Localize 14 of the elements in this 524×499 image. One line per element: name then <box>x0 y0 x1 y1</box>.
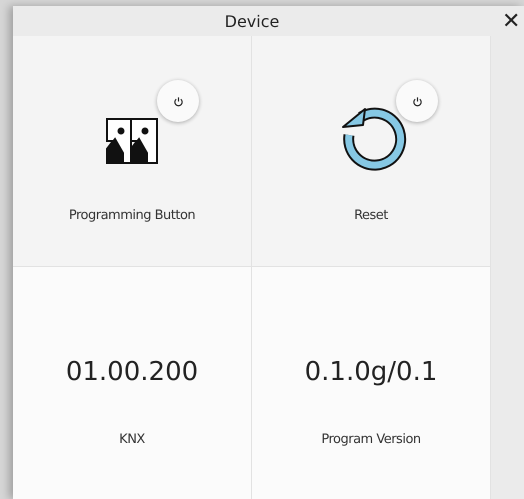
close-button[interactable]: ✕ <box>498 8 524 34</box>
tile-value: 01.00.200 <box>66 357 198 387</box>
programming-device-icon <box>104 115 160 167</box>
power-button[interactable] <box>396 80 438 122</box>
tile-label: Reset <box>354 208 388 223</box>
tile-value: 0.1.0g/0.1 <box>304 357 438 387</box>
power-icon <box>412 96 422 106</box>
tile-label: KNX <box>119 432 145 447</box>
tile-label: Program Version <box>321 432 421 447</box>
action-tile[interactable]: Reset <box>252 36 491 266</box>
action-tile[interactable]: Programming Button <box>13 36 252 266</box>
tile-label: Programming Button <box>68 208 196 223</box>
window-title: Device <box>224 12 280 30</box>
power-icon <box>172 96 184 106</box>
